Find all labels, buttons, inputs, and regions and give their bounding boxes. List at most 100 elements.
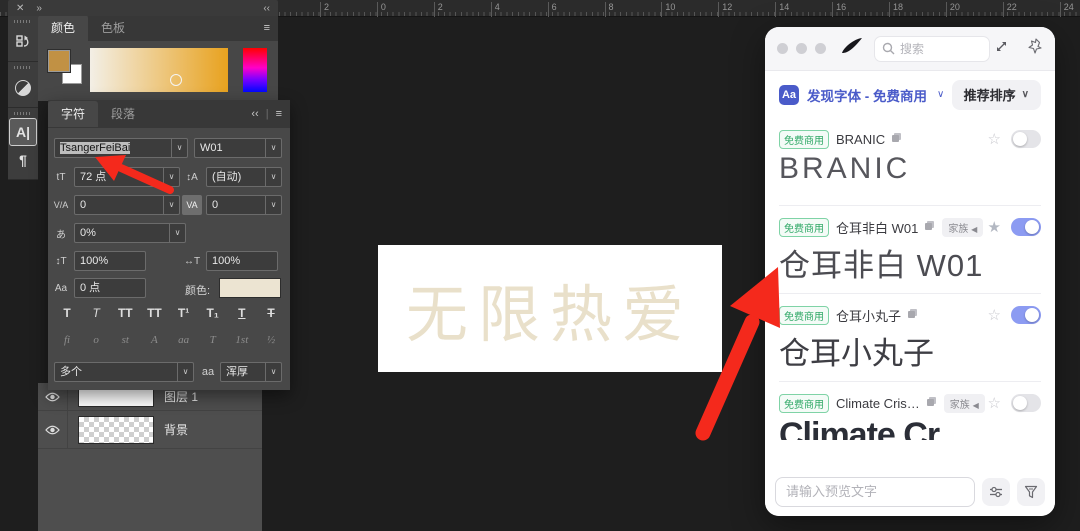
- chevron-down-icon[interactable]: ∨: [937, 89, 944, 100]
- family-badge-label: 家族: [950, 400, 970, 411]
- preview-text-bar: [765, 473, 1055, 516]
- stylistic-alternates-button[interactable]: aa: [173, 334, 195, 346]
- chevron-down-icon[interactable]: ∨: [177, 363, 193, 381]
- sort-label: 推荐排序: [964, 85, 1016, 104]
- font-preview: Climate Cr: [779, 416, 1041, 440]
- font-list-item[interactable]: 免费商用 BRANIC 家族 ◀ ☆ BRANIC: [779, 118, 1041, 206]
- settings-sliders-button[interactable]: [982, 478, 1010, 506]
- antialias-select[interactable]: 浑厚 ∨: [220, 362, 282, 382]
- pin-icon[interactable]: [1027, 38, 1043, 59]
- swash-button[interactable]: A: [143, 334, 165, 346]
- favorite-star-icon[interactable]: ☆: [988, 130, 1001, 148]
- font-list-item[interactable]: 免费商用 仓耳小丸子 家族 ◀ ☆ 仓耳小丸子: [779, 294, 1041, 382]
- leading-field[interactable]: (自动) ∨: [206, 167, 282, 187]
- fractions-button[interactable]: ½: [260, 334, 282, 346]
- titling-alternates-button[interactable]: T: [202, 334, 224, 346]
- layer-thumbnail[interactable]: [78, 416, 154, 444]
- ordinals-button[interactable]: o: [85, 334, 107, 346]
- close-icon[interactable]: ✕: [16, 3, 24, 14]
- ligatures-button[interactable]: fi: [56, 334, 78, 346]
- window-minimize-button[interactable]: [796, 43, 807, 54]
- discretionary-ligatures-button[interactable]: st: [114, 334, 136, 346]
- tracking-field[interactable]: 0 ∨: [206, 195, 282, 215]
- foreground-background-swatches[interactable]: [48, 50, 86, 88]
- layer-visibility-eye-icon[interactable]: [38, 411, 68, 448]
- all-caps-button[interactable]: TT: [114, 306, 136, 320]
- expand-panels-icon[interactable]: »: [36, 3, 42, 14]
- window-zoom-button[interactable]: [815, 43, 826, 54]
- grip-handle[interactable]: [14, 112, 32, 115]
- chevron-down-icon[interactable]: ∨: [169, 224, 185, 242]
- foreground-color-swatch[interactable]: [48, 50, 70, 72]
- hue-slider[interactable]: [243, 48, 267, 92]
- language-select[interactable]: 多个 ∨: [54, 362, 194, 382]
- font-enable-toggle[interactable]: [1011, 306, 1041, 324]
- baseline-shift-field[interactable]: 0 点: [74, 278, 146, 298]
- strikethrough-button[interactable]: T: [260, 306, 282, 320]
- panel-menu-icon[interactable]: ≡: [276, 108, 282, 120]
- superscript-button[interactable]: T¹: [173, 306, 195, 320]
- vertical-scale-value: 100%: [75, 252, 145, 270]
- copy-icon[interactable]: [926, 394, 937, 412]
- gradient-cursor[interactable]: [170, 74, 182, 86]
- tab-color[interactable]: 颜色: [38, 15, 88, 41]
- font-size-field[interactable]: 72 点 ∨: [74, 167, 180, 187]
- horizontal-scale-field[interactable]: 100%: [206, 251, 278, 271]
- favorite-star-icon[interactable]: ☆: [988, 394, 1001, 412]
- copy-icon[interactable]: [907, 306, 918, 324]
- chevron-down-icon[interactable]: ∨: [163, 168, 179, 186]
- family-badge[interactable]: 家族 ◀: [944, 394, 985, 413]
- filter-funnel-button[interactable]: [1017, 478, 1045, 506]
- kerning-field[interactable]: 0 ∨: [74, 195, 180, 215]
- adjustments-panel-icon[interactable]: [10, 73, 36, 103]
- grip-handle[interactable]: [14, 20, 32, 23]
- chevron-down-icon[interactable]: ∨: [171, 139, 187, 157]
- chevron-down-icon[interactable]: ∨: [265, 363, 281, 381]
- chevron-down-icon[interactable]: ∨: [163, 196, 179, 214]
- text-color-swatch[interactable]: [219, 278, 281, 298]
- vertical-scale-field[interactable]: 100%: [74, 251, 146, 271]
- font-enable-toggle[interactable]: [1011, 218, 1041, 236]
- font-list-item[interactable]: 免费商用 仓耳非白 W01 家族 ◀ ★ 仓耳非白 W01: [779, 206, 1041, 294]
- font-family-field[interactable]: TsangerFeiBai ∨: [54, 138, 188, 158]
- font-enable-toggle[interactable]: [1011, 130, 1041, 148]
- small-caps-button[interactable]: TT: [143, 306, 165, 320]
- panel-menu-icon[interactable]: ≡: [264, 22, 270, 34]
- font-style-field[interactable]: W01 ∨: [194, 138, 282, 158]
- faux-bold-button[interactable]: T: [56, 306, 78, 320]
- ordinal-button[interactable]: 1st: [231, 334, 253, 346]
- tab-character[interactable]: 字符: [48, 101, 98, 127]
- favorite-star-icon[interactable]: ☆: [988, 306, 1001, 324]
- copy-icon[interactable]: [924, 218, 935, 236]
- expand-window-icon[interactable]: [994, 39, 1009, 59]
- chevron-down-icon[interactable]: ∨: [265, 139, 281, 157]
- tsume-field[interactable]: 0% ∨: [74, 223, 186, 243]
- search-input[interactable]: [900, 42, 980, 56]
- color-gradient-picker[interactable]: [90, 48, 228, 92]
- category-dropdown[interactable]: 发现字体 - 免费商用: [807, 85, 927, 105]
- chevron-down-icon[interactable]: ∨: [265, 168, 281, 186]
- grip-handle[interactable]: [14, 66, 32, 69]
- character-panel-icon[interactable]: A|: [10, 119, 36, 145]
- collapse-panel-icon[interactable]: ‹‹: [251, 108, 258, 120]
- search-box[interactable]: [874, 36, 990, 62]
- window-close-button[interactable]: [777, 43, 788, 54]
- document-canvas[interactable]: 无限热爱: [378, 245, 722, 372]
- history-panel-icon[interactable]: [10, 27, 36, 57]
- tab-paragraph[interactable]: 段落: [98, 101, 148, 127]
- faux-italic-button[interactable]: T: [85, 306, 107, 320]
- layer-row[interactable]: 背景: [38, 411, 262, 449]
- font-list-item[interactable]: 免费商用 Climate Cris… 家族 ◀ ☆ Climate Cr: [779, 382, 1041, 470]
- chevron-down-icon[interactable]: ∨: [265, 196, 281, 214]
- sort-dropdown[interactable]: 推荐排序 ∨: [952, 80, 1041, 110]
- underline-button[interactable]: T: [231, 306, 253, 320]
- copy-icon[interactable]: [891, 130, 902, 148]
- paragraph-panel-icon[interactable]: ¶: [10, 145, 36, 175]
- family-badge[interactable]: 家族 ◀: [942, 218, 983, 237]
- tab-swatches[interactable]: 色板: [88, 15, 138, 41]
- preview-text-input[interactable]: [775, 477, 975, 507]
- collapse-panels-icon[interactable]: ‹‹: [263, 3, 270, 14]
- font-enable-toggle[interactable]: [1011, 394, 1041, 412]
- favorite-star-icon[interactable]: ★: [988, 218, 1001, 236]
- subscript-button[interactable]: T₁: [202, 306, 224, 320]
